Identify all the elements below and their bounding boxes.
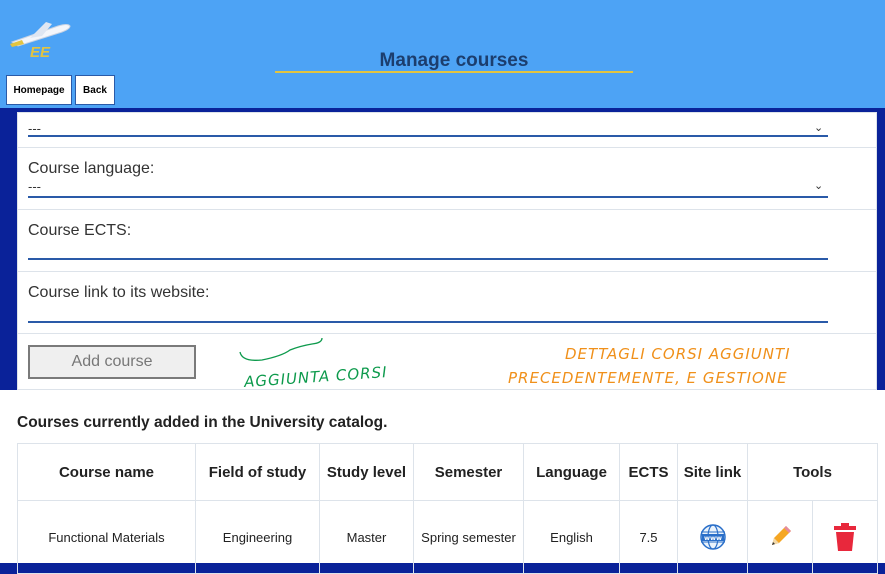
field-select-value: --- [28, 121, 41, 136]
title-underline [275, 71, 633, 73]
chevron-down-icon: ⌄ [814, 180, 824, 192]
catalog-section: Courses currently added in the Universit… [0, 390, 885, 574]
course-link-row: Course link to its website: [18, 272, 876, 334]
column-header: Semester [413, 443, 524, 501]
chevron-down-icon: ⌄ [814, 122, 824, 134]
course-language-row: Course language: --- ⌄ [18, 148, 876, 210]
trash-icon[interactable] [833, 522, 857, 552]
course-ects-input[interactable] [28, 258, 828, 260]
column-header: Language [523, 443, 620, 501]
courses-table: Course name Field of study Study level S… [17, 443, 879, 574]
course-language-select[interactable]: --- [28, 179, 41, 194]
back-button[interactable]: Back [75, 75, 115, 105]
add-course-button[interactable]: Add course [28, 345, 196, 379]
course-ects-label: Course ECTS: [28, 222, 132, 239]
course-link-label: Course link to its website: [28, 284, 210, 301]
svg-text:www: www [703, 534, 721, 542]
catalog-title: Courses currently added in the Universit… [17, 414, 388, 431]
course-language-underline [28, 196, 828, 198]
table-header-row: Course name Field of study Study level S… [17, 443, 879, 501]
column-header: Field of study [195, 443, 320, 501]
logo-text: EE [30, 44, 51, 61]
globe-www-icon[interactable]: www [699, 523, 727, 551]
course-link-input[interactable] [28, 321, 828, 323]
course-language-label: Course language: [28, 160, 155, 177]
field-select-underline [28, 135, 828, 137]
app-header: EE Manage courses Homepage Back [0, 0, 885, 108]
page-title: Manage courses [379, 50, 529, 71]
column-header: ECTS [619, 443, 678, 501]
annotation-details-line1: DETTAGLI CORSI AGGIUNTI [565, 345, 791, 363]
column-header: Course name [17, 443, 196, 501]
column-header: Site link [677, 443, 748, 501]
homepage-button[interactable]: Homepage [6, 75, 72, 105]
pencil-icon[interactable] [767, 524, 793, 550]
annotation-details-line2: PRECEDENTEMENTE, E GESTIONE [508, 369, 788, 387]
column-header: Study level [319, 443, 414, 501]
field-select-row[interactable]: --- ⌄ [18, 113, 876, 148]
course-ects-row: Course ECTS: [18, 210, 876, 272]
column-header: Tools [746, 443, 879, 501]
